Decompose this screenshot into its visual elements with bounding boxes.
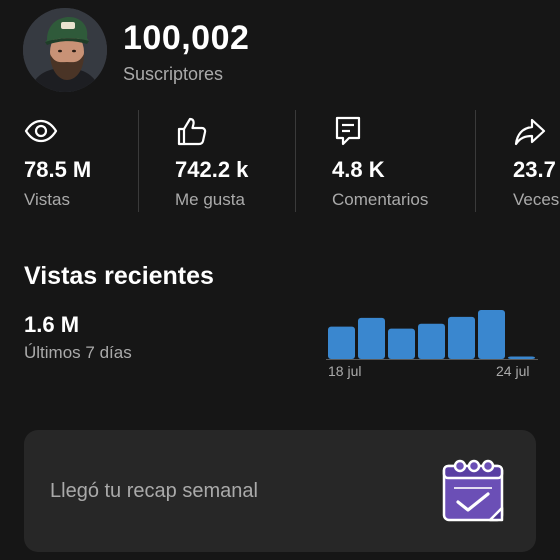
recap-text: Llegó tu recap semanal bbox=[50, 480, 258, 502]
chart-bar-2 bbox=[358, 317, 385, 359]
chart-tick-end: 24 jul bbox=[496, 363, 530, 379]
recent-views-title: Vistas recientes bbox=[24, 262, 214, 290]
stat-value: 4.8 K bbox=[332, 157, 385, 182]
thumbs-up-icon bbox=[177, 117, 207, 146]
share-icon bbox=[514, 118, 546, 146]
stat-label: Me gusta bbox=[175, 190, 245, 209]
recent-views-period: Últimos 7 días bbox=[24, 343, 132, 362]
channel-avatar[interactable] bbox=[23, 8, 107, 92]
stat-divider bbox=[475, 110, 476, 212]
chart-bar-7 bbox=[508, 356, 535, 359]
chart-bar-3 bbox=[388, 328, 415, 359]
chart-tick-start: 18 jul bbox=[328, 363, 362, 379]
subscriber-label: Suscriptores bbox=[123, 64, 224, 84]
chart-bar-4 bbox=[418, 323, 445, 359]
stat-divider bbox=[138, 110, 139, 212]
stat-value: 78.5 M bbox=[24, 157, 92, 182]
stat-value: 23.7 bbox=[513, 157, 556, 182]
comment-icon bbox=[335, 116, 361, 146]
stat-value: 742.2 k bbox=[175, 157, 249, 182]
stat-label: Vistas bbox=[24, 190, 70, 209]
chart-bar-5 bbox=[448, 316, 475, 359]
recent-views-value: 1.6 M bbox=[24, 312, 80, 337]
chart-bar-6 bbox=[478, 310, 505, 359]
stat-divider bbox=[295, 110, 296, 212]
chart-bar-1 bbox=[328, 326, 355, 359]
stat-label: Veces bbox=[513, 190, 560, 209]
channel-dashboard: 100,002 Suscriptores 78.5 M Vistas 742.2… bbox=[0, 0, 560, 560]
calendar-check-icon bbox=[442, 459, 504, 522]
stats-row: 78.5 M Vistas 742.2 k Me gusta 4.8 K Com… bbox=[0, 108, 560, 214]
stat-label: Comentarios bbox=[332, 190, 429, 209]
weekly-recap-card[interactable]: Llegó tu recap semanal bbox=[24, 430, 536, 552]
avatar-image bbox=[23, 8, 107, 92]
subscriber-count: 100,002 bbox=[123, 19, 250, 57]
eye-icon bbox=[24, 119, 58, 143]
